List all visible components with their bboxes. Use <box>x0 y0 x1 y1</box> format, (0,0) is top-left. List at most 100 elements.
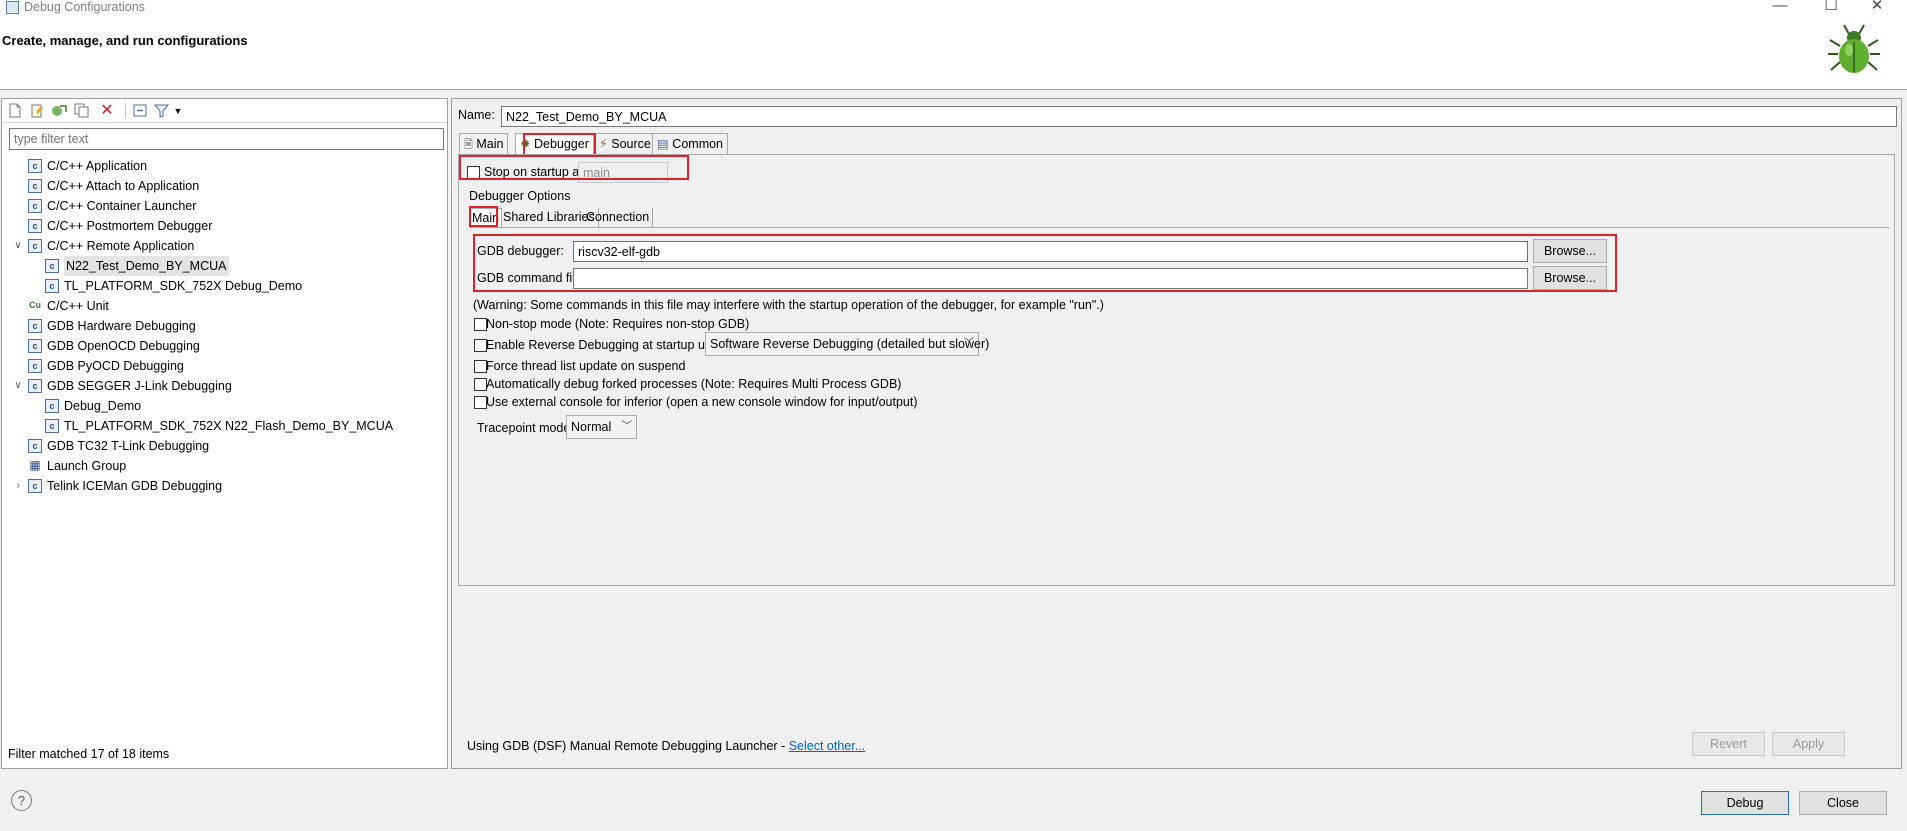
tree-item[interactable]: Cu C/C++ Unit <box>2 296 442 316</box>
tree-item[interactable]: c GDB PyOCD Debugging <box>2 356 442 376</box>
expand-toggle-icon[interactable]: › <box>12 476 24 496</box>
tree-item[interactable]: c GDB Hardware Debugging <box>2 316 442 336</box>
c-icon: c <box>28 239 42 253</box>
stop-on-startup-checkbox[interactable] <box>467 166 480 179</box>
tracepoint-mode-label: Tracepoint mode: <box>477 421 574 435</box>
tree-item[interactable]: c GDB OpenOCD Debugging <box>2 336 442 356</box>
new-configuration-icon[interactable] <box>7 103 23 119</box>
c-icon: c <box>45 419 59 433</box>
auto-fork-label: Automatically debug forked processes (No… <box>486 377 902 391</box>
title-bar: Debug Configurations — ☐ ✕ <box>0 0 1907 16</box>
gdb-command-file-browse-button[interactable]: Browse... <box>1533 266 1607 290</box>
tree-item[interactable]: ▦ Launch Group <box>2 456 442 476</box>
tree-item[interactable]: c C/C++ Container Launcher <box>2 196 442 216</box>
c-icon: c <box>28 479 42 493</box>
non-stop-label: Non-stop mode (Note: Requires non-stop G… <box>486 317 750 331</box>
collapse-all-icon[interactable] <box>132 103 148 119</box>
subtab-content: GDB debugger: Browse... GDB command file… <box>469 227 1889 581</box>
collapse-toggle-icon[interactable]: ∨ <box>12 236 24 256</box>
close-button[interactable]: Close <box>1799 791 1887 815</box>
tree-item[interactable]: c N22_Test_Demo_BY_MCUA <box>2 256 442 276</box>
launch-group-icon: ▦ <box>29 458 41 472</box>
tree-item[interactable]: c TL_PLATFORM_SDK_752X N22_Flash_Demo_BY_… <box>2 416 442 436</box>
tree-item[interactable]: ∨ c GDB SEGGER J-Link Debugging <box>2 376 442 396</box>
debugger-tab-content: Stop on startup at: Debugger Options Mai… <box>458 154 1895 586</box>
header-text: Create, manage, and run configurations <box>2 33 248 48</box>
external-console-label: Use external console for inferior (open … <box>486 395 918 409</box>
cu-icon: Cu <box>29 300 41 310</box>
c-icon: c <box>28 319 42 333</box>
view-menu-icon[interactable]: ▼ <box>173 103 183 119</box>
gdb-command-file-label: GDB command file: <box>477 271 586 285</box>
c-icon: c <box>45 259 59 273</box>
tab-source-label: Source <box>611 137 651 151</box>
tree-item-label: C/C++ Postmortem Debugger <box>47 219 213 233</box>
gdb-command-file-input[interactable] <box>573 268 1528 289</box>
header-banner: Create, manage, and run configurations <box>0 16 1907 90</box>
duplicate-icon[interactable] <box>73 103 89 119</box>
debug-button[interactable]: Debug <box>1701 791 1789 815</box>
revert-button[interactable]: Revert <box>1692 732 1765 756</box>
c-icon: c <box>28 179 42 193</box>
name-label: Name: <box>458 108 495 122</box>
tracepoint-mode-select[interactable]: Normal ﹀ <box>566 415 637 439</box>
tree-item[interactable]: c C/C++ Application <box>2 156 442 176</box>
minimize-button[interactable]: — <box>1765 0 1795 16</box>
apply-button[interactable]: Apply <box>1772 732 1845 756</box>
app-icon <box>6 1 19 14</box>
window-title: Debug Configurations <box>24 0 145 14</box>
c-icon: c <box>28 219 42 233</box>
subtab-connection[interactable]: Connection <box>583 208 654 228</box>
collapse-toggle-icon[interactable]: ∨ <box>12 376 24 396</box>
tab-common-label: Common <box>672 137 724 151</box>
tree-item[interactable]: c GDB TC32 T-Link Debugging <box>2 436 442 456</box>
subtab-main[interactable]: Main <box>469 208 503 228</box>
tree-item-label: GDB TC32 T-Link Debugging <box>47 439 210 453</box>
tree-item-label: Launch Group <box>47 459 127 473</box>
c-icon: c <box>28 339 42 353</box>
c-icon: c <box>28 379 42 393</box>
bug-icon <box>1828 24 1880 73</box>
delete-icon[interactable]: ✕ <box>99 103 115 119</box>
chevron-down-icon: ﹀ <box>622 421 632 432</box>
new-prototype-icon[interactable] <box>29 103 45 119</box>
gdb-debugger-browse-button[interactable]: Browse... <box>1533 239 1607 263</box>
tab-debugger[interactable]: ✹ Debugger <box>515 133 594 154</box>
tree-item[interactable]: › c Telink ICEMan GDB Debugging <box>2 476 442 496</box>
tree-item[interactable]: c C/C++ Attach to Application <box>2 176 442 196</box>
maximize-button[interactable]: ☐ <box>1816 0 1846 16</box>
tree-item-label: C/C++ Application <box>47 159 148 173</box>
help-icon[interactable]: ? <box>11 790 32 811</box>
tree-item-label: C/C++ Attach to Application <box>47 179 200 193</box>
tree-item[interactable]: c TL_PLATFORM_SDK_752X Debug_Demo <box>2 276 442 296</box>
tree-item[interactable]: c Debug_Demo <box>2 396 442 416</box>
tab-main[interactable]: 🗎 Main <box>459 133 509 154</box>
configurations-panel: ✕ ▼ c C/C++ Application c C/C++ Attach to A… <box>1 98 448 769</box>
reverse-debugging-select[interactable]: Software Reverse Debugging (detailed but… <box>705 332 989 356</box>
tree-item-label: Telink ICEMan GDB Debugging <box>47 479 223 493</box>
gdb-warning-text: (Warning: Some commands in this file may… <box>473 298 1104 312</box>
stop-on-startup-input[interactable] <box>578 162 668 183</box>
tab-common[interactable]: ▤ Common <box>652 133 729 154</box>
name-input[interactable] <box>501 106 1897 127</box>
gdb-debugger-input[interactable] <box>573 241 1528 262</box>
common-tab-icon: ▤ <box>657 137 669 151</box>
filter-input[interactable] <box>9 128 444 150</box>
tab-main-label: Main <box>476 137 504 151</box>
force-thread-label: Force thread list update on suspend <box>486 359 686 373</box>
select-other-link[interactable]: Select other... <box>789 739 865 753</box>
c-icon: c <box>28 199 42 213</box>
export-icon[interactable] <box>51 103 67 119</box>
filter-icon[interactable] <box>153 103 169 119</box>
configuration-editor: Name: 🗎 Main ✹ Debugger ⚡ Source ▤ Commo… <box>451 98 1902 769</box>
tab-source[interactable]: ⚡ Source <box>594 133 656 154</box>
close-window-button[interactable]: ✕ <box>1862 0 1892 16</box>
reverse-debugging-label: Enable Reverse Debugging at startup usin… <box>486 338 732 352</box>
tree-item-label: C/C++ Container Launcher <box>47 199 197 213</box>
tree-item[interactable]: c C/C++ Postmortem Debugger <box>2 216 442 236</box>
reverse-debugging-value: Software Reverse Debugging (detailed but… <box>710 337 990 351</box>
debugger-options-label: Debugger Options <box>469 189 571 203</box>
c-icon: c <box>28 159 42 173</box>
tracepoint-mode-value: Normal <box>571 420 612 434</box>
tree-item[interactable]: ∨ c C/C++ Remote Application <box>2 236 442 256</box>
